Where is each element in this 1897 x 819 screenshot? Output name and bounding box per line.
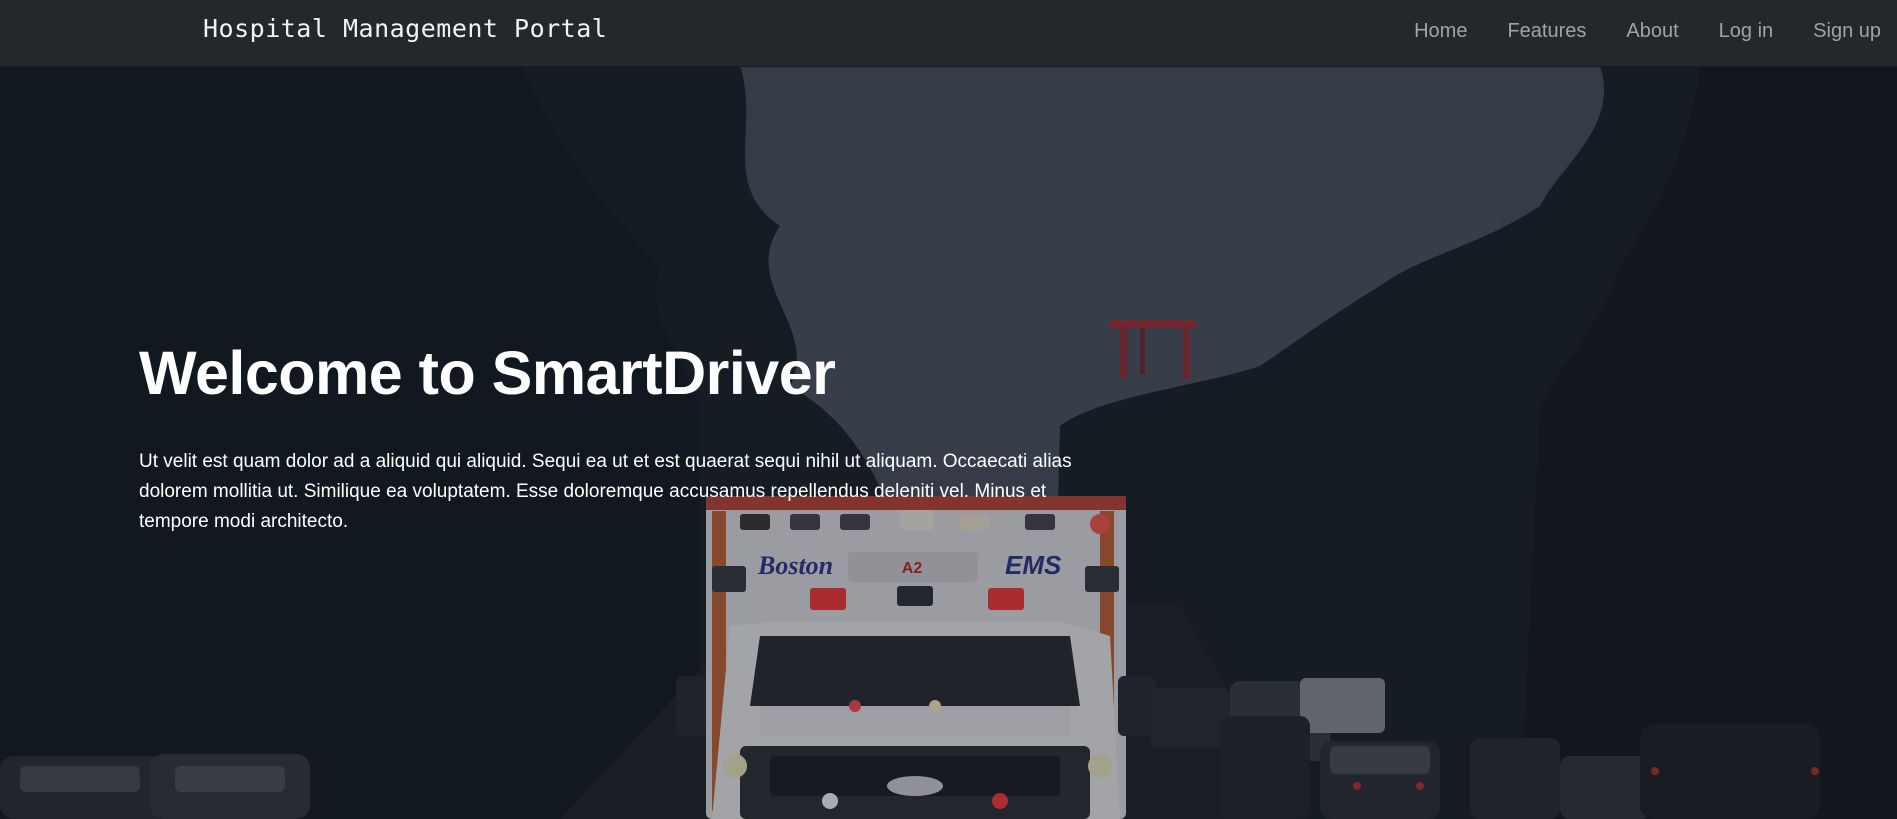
nav-link-signup[interactable]: Sign up	[1813, 20, 1881, 43]
hero-section: Boston A2 EMS Welcome to SmartDriver Ut …	[0, 66, 1897, 819]
top-navbar: Hospital Management Portal Home Features…	[0, 0, 1897, 67]
brand-title[interactable]: Hospital Management Portal	[203, 14, 607, 43]
nav-link-home[interactable]: Home	[1414, 20, 1467, 43]
hero-description: Ut velit est quam dolor ad a aliquid qui…	[139, 451, 1072, 532]
nav-link-features[interactable]: Features	[1507, 20, 1586, 43]
nav-link-about[interactable]: About	[1626, 20, 1678, 43]
nav-link-login[interactable]: Log in	[1719, 20, 1774, 43]
hero-title: Welcome to SmartDriver	[139, 339, 836, 407]
hero-overlay	[0, 66, 1897, 819]
nav-links: Home Features About Log in Sign up	[1414, 20, 1881, 43]
